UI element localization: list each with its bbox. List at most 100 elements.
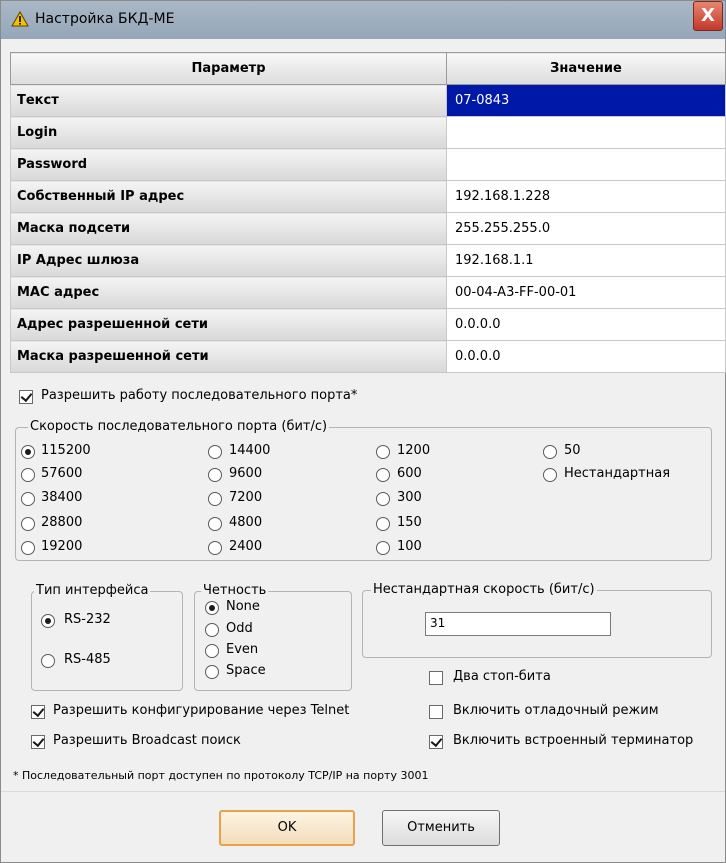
- cancel-button[interactable]: Отменить: [382, 810, 500, 846]
- table-row[interactable]: Login: [10, 116, 726, 149]
- interface-option-label: RS-485: [64, 652, 111, 667]
- serial-port-enable-checkbox[interactable]: [19, 390, 33, 404]
- custom-speed-group-title: Нестандартная скорость (бит/с): [371, 582, 597, 597]
- warning-icon: [11, 11, 29, 27]
- param-name: Login: [10, 116, 447, 149]
- baud-option-label: 150: [397, 515, 422, 530]
- param-name: Маска подсети: [10, 212, 447, 245]
- broadcast-search-checkbox[interactable]: [31, 735, 45, 749]
- window-title: Настройка БКД-МЕ: [35, 11, 175, 27]
- table-row[interactable]: Адрес разрешенной сети 0.0.0.0: [10, 308, 726, 341]
- close-button[interactable]: X: [693, 1, 723, 31]
- param-value[interactable]: [446, 116, 726, 149]
- baud-300-radio[interactable]: [376, 492, 390, 506]
- broadcast-search-label: Разрешить Broadcast поиск: [53, 733, 241, 748]
- param-name: Собственный IP адрес: [10, 180, 447, 213]
- baud-50-radio[interactable]: [543, 445, 557, 459]
- param-value[interactable]: 255.255.255.0: [446, 212, 726, 245]
- table-row[interactable]: Маска подсети 255.255.255.0: [10, 212, 726, 245]
- param-value[interactable]: [446, 148, 726, 181]
- baud-2400-radio[interactable]: [208, 541, 222, 555]
- ok-button[interactable]: OK: [219, 810, 355, 846]
- baud-option-label: 9600: [229, 466, 263, 481]
- baud-600-radio[interactable]: [376, 468, 390, 482]
- param-value[interactable]: 0.0.0.0: [446, 340, 726, 373]
- table-row[interactable]: MAC адрес 00-04-A3-FF-00-01: [10, 276, 726, 309]
- table-row[interactable]: Текст 07-0843: [10, 84, 726, 117]
- param-name: IP Адрес шлюза: [10, 244, 447, 277]
- parity-none-radio[interactable]: [205, 601, 219, 615]
- baud-option-label: 100: [397, 539, 422, 554]
- baud-custom-radio[interactable]: [543, 468, 557, 482]
- parity-option-label: Odd: [226, 621, 253, 636]
- param-value[interactable]: 07-0843: [446, 84, 726, 117]
- interface-rs485-radio[interactable]: [41, 654, 55, 668]
- baud-4800-radio[interactable]: [208, 517, 222, 531]
- column-header-value[interactable]: Значение: [446, 52, 726, 85]
- baud-1200-radio[interactable]: [376, 445, 390, 459]
- param-name: Password: [10, 148, 447, 181]
- parity-odd-radio[interactable]: [205, 623, 219, 637]
- two-stop-bits-label: Два стоп-бита: [453, 669, 551, 684]
- debug-mode-checkbox[interactable]: [429, 705, 443, 719]
- baud-38400-radio[interactable]: [21, 492, 35, 506]
- telnet-config-label: Разрешить конфигурирование через Telnet: [53, 703, 350, 718]
- footnote: * Последовательный порт доступен по прот…: [13, 769, 429, 782]
- interface-type-group: Тип интерфейса: [31, 583, 183, 691]
- telnet-config-checkbox[interactable]: [31, 705, 45, 719]
- param-name: MAC адрес: [10, 276, 447, 309]
- baud-option-label: 50: [564, 443, 581, 458]
- baud-115200-radio[interactable]: [21, 445, 35, 459]
- baud-option-label: 600: [397, 466, 422, 481]
- baud-option-label: 38400: [41, 490, 83, 505]
- interface-type-group-title: Тип интерфейса: [34, 583, 151, 598]
- baud-57600-radio[interactable]: [21, 468, 35, 482]
- baud-option-label: 115200: [41, 443, 91, 458]
- baud-rate-group: Скорость последовательного порта (бит/с): [15, 419, 712, 561]
- param-name: Текст: [10, 84, 447, 117]
- baud-option-label: Нестандартная: [564, 466, 671, 481]
- baud-14400-radio[interactable]: [208, 445, 222, 459]
- baud-9600-radio[interactable]: [208, 468, 222, 482]
- param-name: Адрес разрешенной сети: [10, 308, 447, 341]
- table-row[interactable]: Password: [10, 148, 726, 181]
- title-bar[interactable]: Настройка БКД-МЕ X: [1, 1, 725, 39]
- table-row[interactable]: Собственный IP адрес 192.168.1.228: [10, 180, 726, 213]
- baud-option-label: 14400: [229, 443, 271, 458]
- baud-option-label: 7200: [229, 490, 263, 505]
- baud-option-label: 2400: [229, 539, 263, 554]
- terminator-label: Включить встроенный терминатор: [453, 733, 694, 748]
- baud-option-label: 28800: [41, 515, 83, 530]
- two-stop-bits-checkbox[interactable]: [429, 671, 443, 685]
- param-value[interactable]: 00-04-A3-FF-00-01: [446, 276, 726, 309]
- baud-28800-radio[interactable]: [21, 517, 35, 531]
- baud-100-radio[interactable]: [376, 541, 390, 555]
- baud-19200-radio[interactable]: [21, 541, 35, 555]
- baud-150-radio[interactable]: [376, 517, 390, 531]
- interface-rs232-radio[interactable]: [41, 614, 55, 628]
- baud-7200-radio[interactable]: [208, 492, 222, 506]
- baud-option-label: 300: [397, 490, 422, 505]
- table-row[interactable]: IP Адрес шлюза 192.168.1.1: [10, 244, 726, 277]
- baud-option-label: 4800: [229, 515, 263, 530]
- param-name: Маска разрешенной сети: [10, 340, 447, 373]
- parity-space-radio[interactable]: [205, 665, 219, 679]
- baud-option-label: 57600: [41, 466, 83, 481]
- param-value[interactable]: 192.168.1.1: [446, 244, 726, 277]
- column-header-parameter[interactable]: Параметр: [10, 52, 447, 85]
- debug-mode-label: Включить отладочный режим: [453, 703, 659, 718]
- baud-option-label: 1200: [397, 443, 431, 458]
- param-value[interactable]: 192.168.1.228: [446, 180, 726, 213]
- parity-group-title: Четность: [201, 583, 269, 598]
- param-value[interactable]: 0.0.0.0: [446, 308, 726, 341]
- parameters-table: Параметр Значение Текст 07-0843 Login Pa…: [10, 52, 726, 373]
- interface-option-label: RS-232: [64, 612, 111, 627]
- settings-dialog: Настройка БКД-МЕ X Параметр Значение Тек…: [0, 0, 726, 863]
- parity-even-radio[interactable]: [205, 644, 219, 658]
- terminator-checkbox[interactable]: [429, 735, 443, 749]
- table-row[interactable]: Маска разрешенной сети 0.0.0.0: [10, 340, 726, 373]
- baud-option-label: 19200: [41, 539, 83, 554]
- button-bar: OK Отменить: [1, 791, 725, 862]
- custom-speed-input[interactable]: 31: [425, 612, 611, 636]
- close-icon: X: [701, 5, 715, 26]
